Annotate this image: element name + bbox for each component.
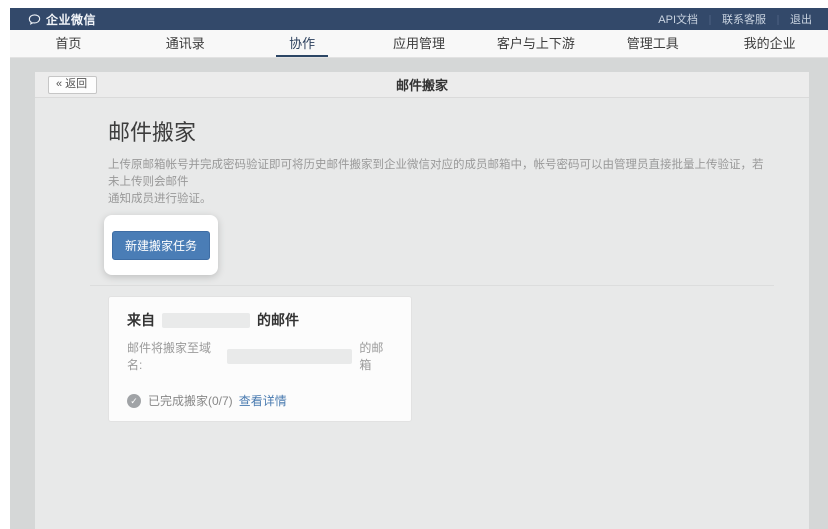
page-title: 邮件搬家	[35, 75, 809, 94]
panel-header: « 返回 邮件搬家	[35, 72, 809, 98]
card-footer: ✓ 已完成搬家(0/7) 查看详情	[127, 392, 395, 409]
brand: 企业微信	[28, 11, 96, 28]
card-title-suffix: 的邮件	[257, 310, 299, 330]
main-nav: 首页 通讯录 协作 应用管理 客户与上下游 管理工具 我的企业	[10, 30, 828, 58]
content-panel: « 返回 邮件搬家 邮件搬家 上传原邮箱帐号并完成密码验证即可将历史邮件搬家到企…	[35, 72, 809, 529]
back-button[interactable]: « 返回	[48, 76, 97, 94]
panel-body: 邮件搬家 上传原邮箱帐号并完成密码验证即可将历史邮件搬家到企业微信对应的成员邮箱…	[35, 98, 809, 529]
redacted-target-domain	[227, 349, 352, 364]
logout-link[interactable]: 退出	[790, 11, 812, 27]
nav-item-collaboration[interactable]: 协作	[244, 30, 361, 57]
description: 上传原邮箱帐号并完成密码验证即可将历史邮件搬家到企业微信对应的成员邮箱中，帐号密…	[108, 157, 773, 208]
card-dest-prefix: 邮件将搬家至域名:	[127, 339, 225, 373]
nav-item-my-company[interactable]: 我的企业	[711, 30, 828, 57]
nav-item-admin-tools[interactable]: 管理工具	[594, 30, 711, 57]
card-title: 来自 的邮件	[127, 310, 395, 330]
migration-task-card: 来自 的邮件 邮件将搬家至域名: 的邮箱 ✓ 已完成搬家(0/7) 查看详情	[108, 296, 412, 422]
card-destination: 邮件将搬家至域名: 的邮箱	[127, 339, 395, 373]
main-heading: 邮件搬家	[108, 115, 773, 147]
section-divider	[90, 285, 774, 286]
nav-item-contacts[interactable]: 通讯录	[127, 30, 244, 57]
topbar-links: API文档 ｜ 联系客服 ｜ 退出	[658, 11, 812, 27]
app-window: 企业微信 API文档 ｜ 联系客服 ｜ 退出 首页 通讯录 协作 应用管理 客户…	[10, 8, 828, 529]
wework-logo-icon	[28, 13, 41, 26]
brand-name: 企业微信	[46, 11, 96, 28]
page-background: « 返回 邮件搬家 邮件搬家 上传原邮箱帐号并完成密码验证即可将历史邮件搬家到企…	[10, 58, 828, 529]
view-details-link[interactable]: 查看详情	[239, 392, 287, 409]
contact-support-link[interactable]: 联系客服	[722, 11, 766, 27]
redacted-source-domain	[162, 313, 250, 328]
card-title-prefix: 来自	[127, 310, 155, 330]
separator: ｜	[705, 12, 715, 27]
button-spotlight: 新建搬家任务	[104, 215, 218, 275]
description-line-1: 上传原邮箱帐号并完成密码验证即可将历史邮件搬家到企业微信对应的成员邮箱中，帐号密…	[108, 157, 773, 191]
new-migration-task-button[interactable]: 新建搬家任务	[112, 231, 210, 260]
api-docs-link[interactable]: API文档	[658, 11, 698, 27]
nav-item-home[interactable]: 首页	[10, 30, 127, 57]
migration-progress: 已完成搬家(0/7)	[148, 392, 233, 409]
check-icon: ✓	[127, 394, 141, 408]
nav-item-customers[interactable]: 客户与上下游	[477, 30, 594, 57]
nav-item-app-management[interactable]: 应用管理	[361, 30, 478, 57]
separator: ｜	[773, 12, 783, 27]
card-dest-suffix: 的邮箱	[359, 339, 395, 373]
topbar: 企业微信 API文档 ｜ 联系客服 ｜ 退出	[10, 8, 828, 30]
description-line-2: 通知成员进行验证。	[108, 191, 773, 208]
